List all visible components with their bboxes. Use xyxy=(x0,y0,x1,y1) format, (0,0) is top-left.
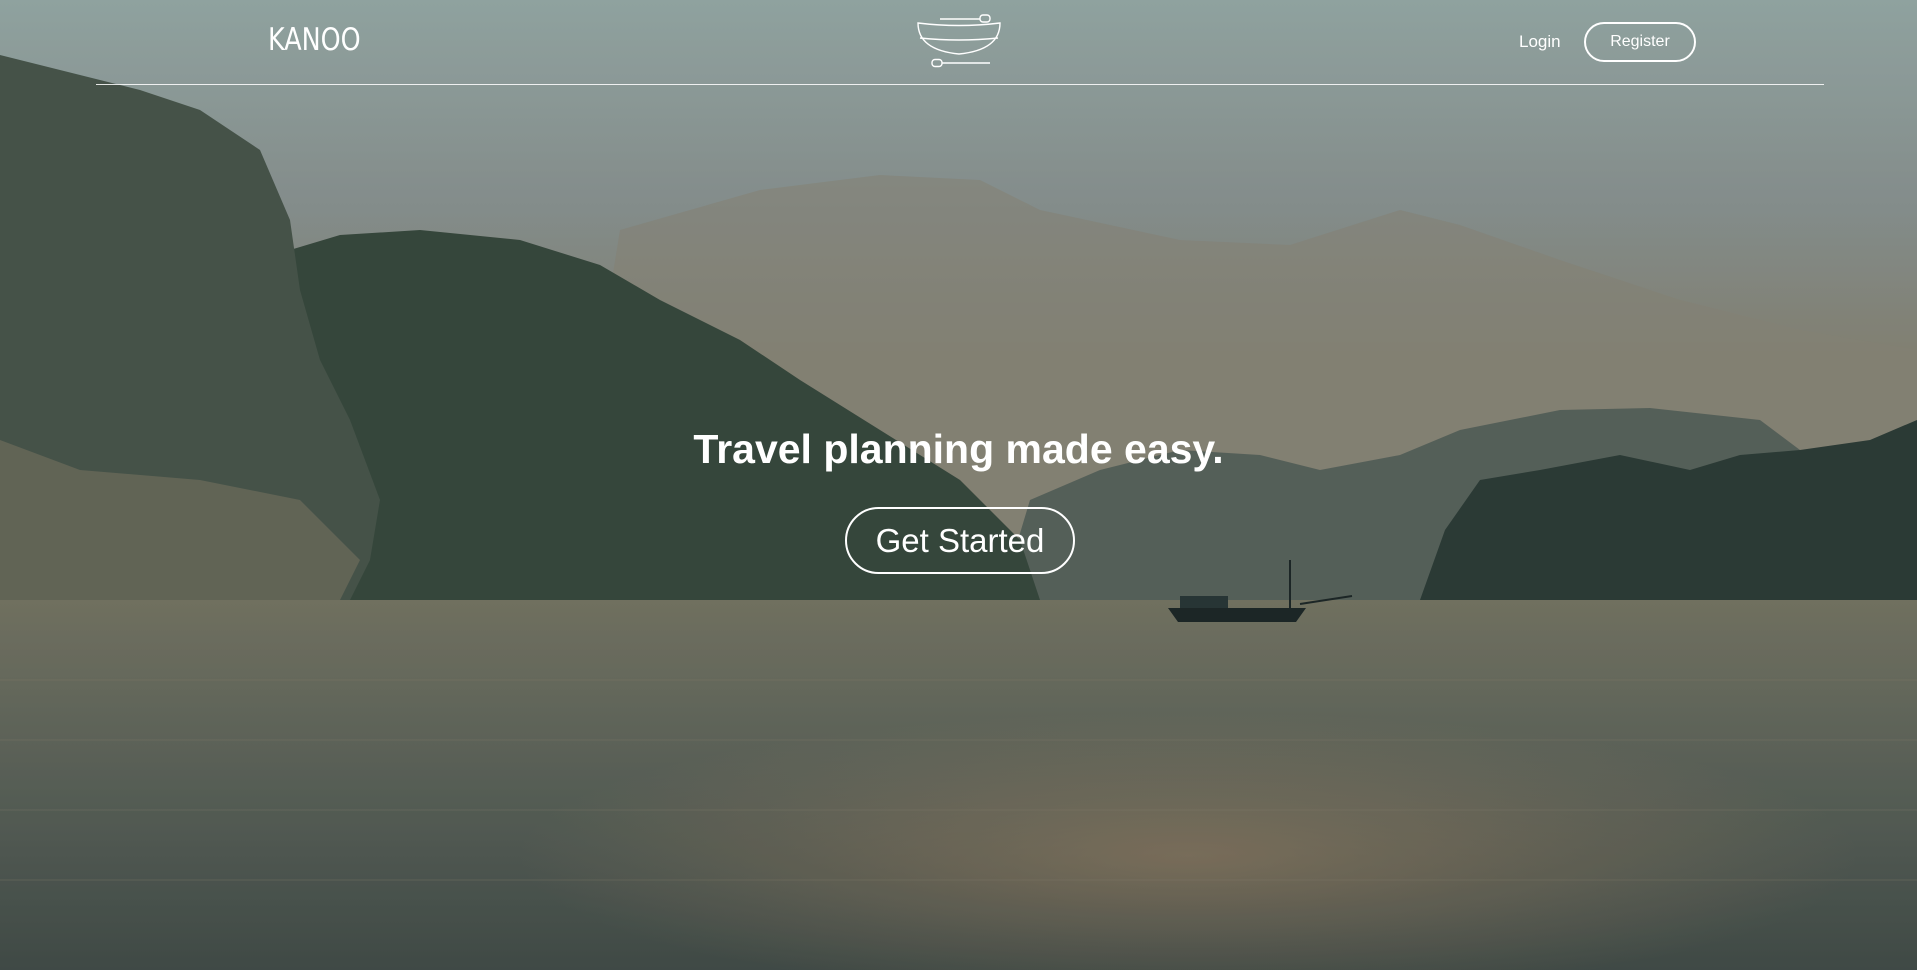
hero-title: Travel planning made easy. xyxy=(693,426,1224,472)
canoe-with-paddles-icon[interactable] xyxy=(914,12,1004,70)
login-link[interactable]: Login xyxy=(1519,32,1561,52)
site-header: KANOO Login Register xyxy=(0,0,1917,86)
hero-background-image xyxy=(0,0,1917,970)
register-button[interactable]: Register xyxy=(1584,22,1696,62)
header-divider xyxy=(96,84,1824,85)
get-started-button[interactable]: Get Started xyxy=(845,507,1075,574)
brand-wordmark[interactable]: KANOO xyxy=(268,22,361,58)
